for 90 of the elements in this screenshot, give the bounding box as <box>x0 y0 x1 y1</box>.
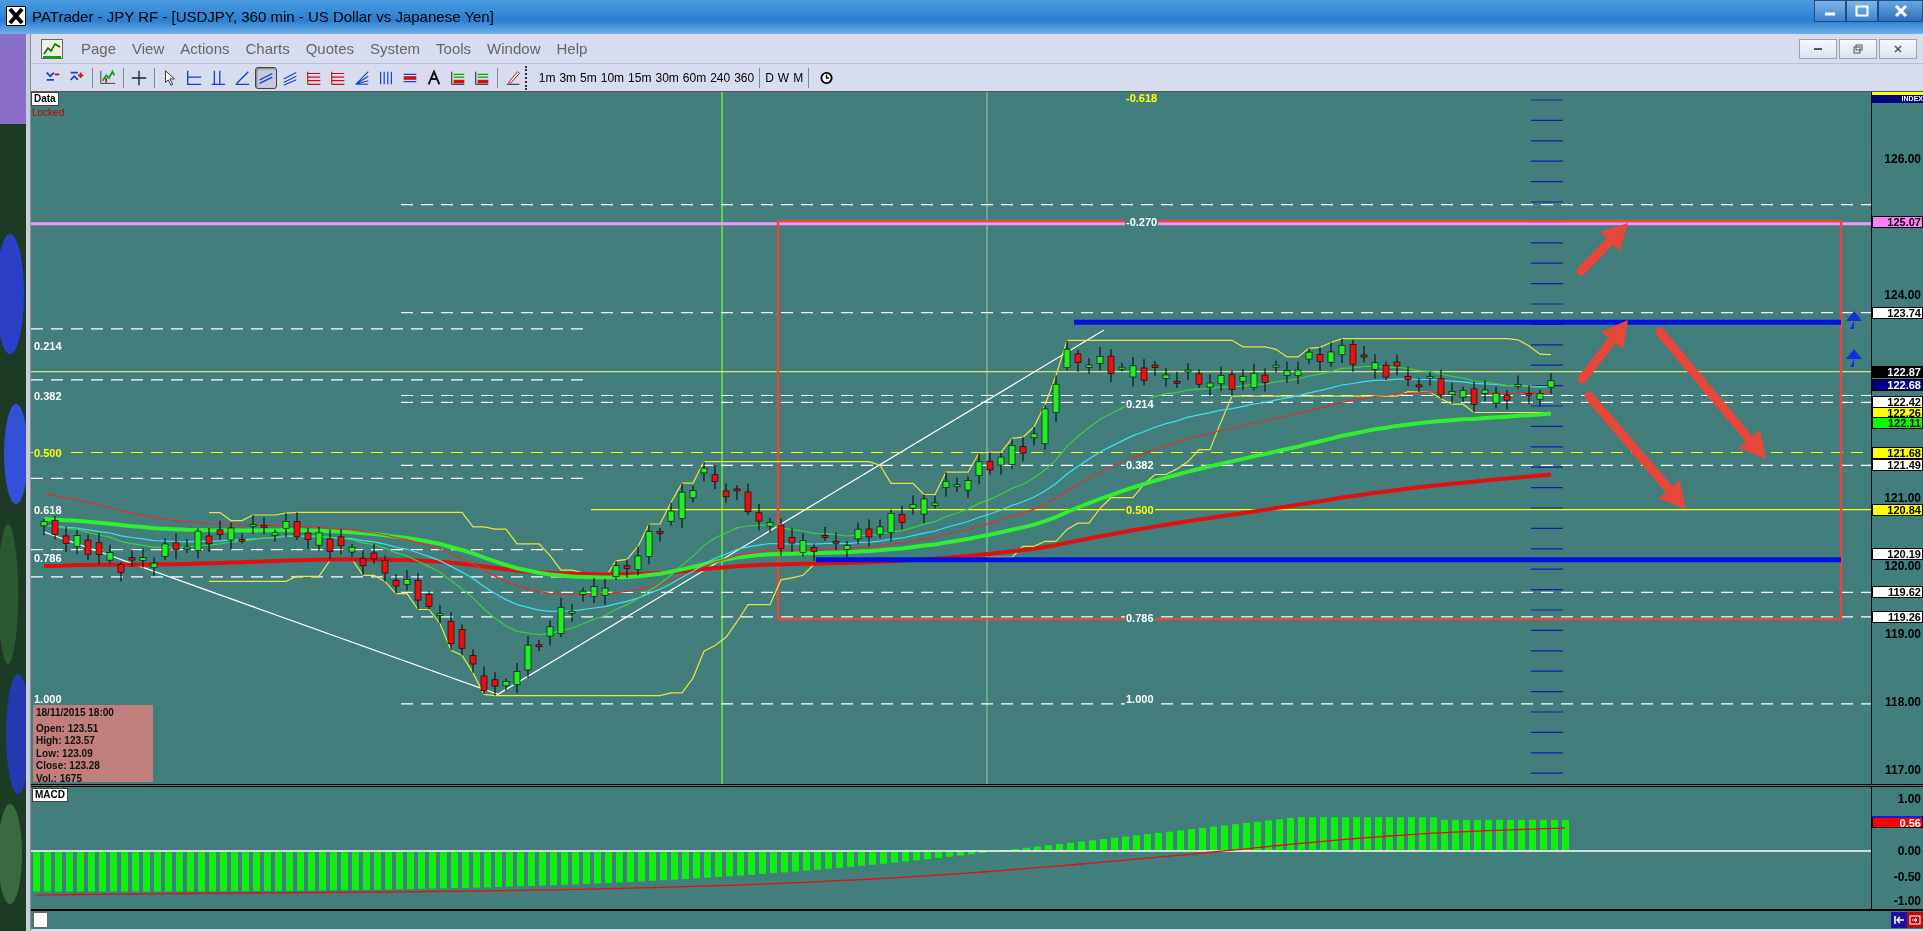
jump-end-icon <box>1909 914 1921 926</box>
period-button[interactable]: W <box>775 68 792 87</box>
restore-icon <box>1853 43 1863 54</box>
timeframe-button[interactable]: 5m <box>578 68 599 87</box>
window-title: PATrader - JPY RF - [USDJPY, 360 min - US Dollar vs Japanese Yen] <box>32 8 494 25</box>
chart-icon[interactable] <box>41 38 63 59</box>
menu-item[interactable]: Page <box>73 37 125 60</box>
menu-item[interactable]: Actions <box>172 37 238 60</box>
minimize-button[interactable] <box>1814 0 1846 22</box>
axis-label: 0.00 <box>1897 844 1921 858</box>
price-tag: 123.74 <box>1872 306 1923 319</box>
menu-item[interactable]: System <box>362 37 429 60</box>
axis-label: -1.00 <box>1893 895 1921 908</box>
timeframe-button[interactable]: 360 <box>732 68 757 87</box>
fibonacci-label: 0.382 <box>33 390 63 402</box>
axis-label: 120.00 <box>1884 560 1921 574</box>
timeframe-button[interactable]: 30m <box>653 68 681 87</box>
menu-item[interactable]: View <box>124 37 173 60</box>
scroll-start-button[interactable] <box>1891 912 1907 928</box>
timeframe-button[interactable]: 15m <box>626 68 654 87</box>
axis-label: 117.00 <box>1884 763 1921 777</box>
info-line: Low: 123.09 <box>36 747 94 760</box>
info-line: High: 123.57 <box>36 735 96 748</box>
period-button[interactable]: D <box>763 68 776 87</box>
fibonacci-label: 0.382 <box>1125 459 1155 471</box>
menu-item[interactable]: Quotes <box>297 37 363 60</box>
price-tag: 119.26 <box>1872 610 1923 623</box>
restore-button[interactable] <box>1839 38 1877 59</box>
fibonacci-label: 1.000 <box>1125 693 1155 705</box>
price-tag: 122.68 <box>1872 378 1923 391</box>
price-tag: 122.42 <box>1872 396 1923 409</box>
jump-start-icon <box>1893 914 1905 926</box>
timeframe-button[interactable]: 60m <box>680 68 709 87</box>
fibonacci-label: -0.270 <box>1125 216 1159 228</box>
fibonacci-label: 0.618 <box>33 504 63 516</box>
indicator-title: MACD <box>32 788 68 802</box>
clock-icon[interactable] <box>820 70 834 85</box>
price-tag: 119.62 <box>1872 586 1923 599</box>
axis-label: 118.00 <box>1884 695 1921 709</box>
menu-item[interactable]: Help <box>548 37 596 60</box>
info-line: Close: 123.28 <box>36 760 101 773</box>
value-tag: 0.56 <box>1872 815 1923 828</box>
maximize-icon <box>1855 5 1869 17</box>
minimize-icon <box>1814 47 1822 50</box>
menu-item[interactable]: Window <box>479 37 549 60</box>
timeframe-button[interactable]: 10m <box>598 68 627 87</box>
forecast-arrow <box>1576 223 1628 276</box>
price-tag: 121.68 <box>1872 446 1923 459</box>
scroll-end-button[interactable] <box>1907 912 1923 928</box>
axis-label: -0.50 <box>1893 870 1921 884</box>
up-arrow-icon <box>1846 349 1862 367</box>
close-icon <box>1893 43 1903 54</box>
axis-label: 124.00 <box>1884 288 1921 302</box>
info-line: Open: 123.51 <box>36 722 100 735</box>
axis-label: 119.00 <box>1884 628 1921 641</box>
price-tag: 120.19 <box>1872 547 1923 560</box>
fibonacci-label: 1.000 <box>33 693 63 705</box>
close-button[interactable] <box>1878 0 1923 22</box>
axis-label: 1.00 <box>1897 792 1921 806</box>
timeframe-button[interactable]: 240 <box>708 68 733 87</box>
price-tag: 120.84 <box>1872 503 1923 516</box>
app-logo-icon <box>6 6 26 26</box>
channel-tool-icon[interactable] <box>254 66 277 89</box>
menu-item[interactable]: Tools <box>428 37 480 60</box>
fibonacci-label: 0.214 <box>1125 398 1155 410</box>
up-arrow-icon <box>1846 311 1862 329</box>
date-text: 18/11/2015 18:00 <box>36 707 115 720</box>
menu-item[interactable]: Charts <box>237 37 298 60</box>
price-tag: 122.11 <box>1872 417 1923 430</box>
price-tag: 122.87 <box>1872 365 1923 378</box>
maximize-button[interactable] <box>1846 0 1878 22</box>
fibonacci-label: 0.214 <box>33 340 63 352</box>
data-label: Data <box>31 92 59 106</box>
price-tag: 121.49 <box>1872 459 1923 472</box>
locked-label: Locked <box>32 107 65 118</box>
scroll-box[interactable] <box>33 912 48 928</box>
period-button[interactable]: M <box>791 68 806 87</box>
fibonacci-label: 0.500 <box>33 447 63 459</box>
timeframe-button[interactable]: 1m <box>536 68 558 87</box>
info-line: Vol.: 1675 <box>36 772 83 784</box>
axis-label: 121.00 <box>1884 492 1921 506</box>
fibonacci-label: 0.786 <box>1125 612 1155 624</box>
axis-label: 126.00 <box>1884 152 1921 166</box>
fibonacci-label: 0.500 <box>1125 504 1155 516</box>
timeframe-button[interactable]: 3m <box>557 68 579 87</box>
fibonacci-label: -0.618 <box>1125 92 1159 104</box>
fibonacci-label: 0.786 <box>33 552 63 564</box>
forecast-arrow <box>1577 320 1628 384</box>
close-icon <box>1893 4 1908 18</box>
price-tag: 125.07 <box>1872 216 1923 229</box>
